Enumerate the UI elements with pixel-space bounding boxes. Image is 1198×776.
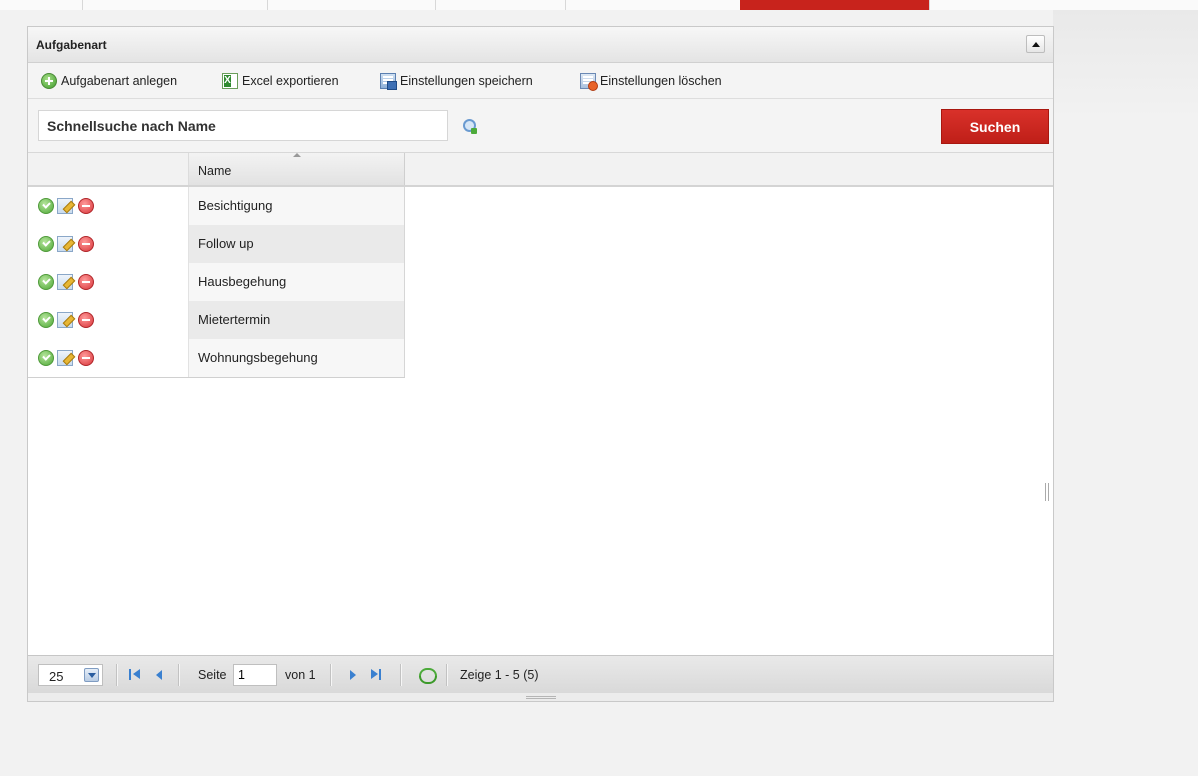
- nav-tab[interactable]: [435, 0, 565, 10]
- collapse-up-icon: [1031, 41, 1040, 47]
- check-icon[interactable]: [38, 274, 54, 290]
- check-icon[interactable]: [38, 350, 54, 366]
- name-value: Mietertermin: [198, 312, 271, 327]
- check-icon[interactable]: [38, 236, 54, 252]
- table-row[interactable]: Hausbegehung: [28, 263, 405, 301]
- row-actions: [28, 339, 189, 377]
- name-value: Besichtigung: [198, 198, 273, 213]
- column-header-actions: [28, 153, 189, 185]
- name-value: Wohnungsbegehung: [198, 350, 318, 365]
- nav-tab-active[interactable]: [740, 0, 929, 10]
- table-row[interactable]: Besichtigung: [28, 187, 405, 225]
- previous-page-icon[interactable]: [153, 667, 167, 683]
- delete-icon[interactable]: [78, 274, 94, 290]
- display-info: Zeige 1 - 5 (5): [460, 668, 539, 682]
- delete-settings-label: Einstellungen löschen: [600, 74, 722, 88]
- table-row[interactable]: Follow up: [28, 225, 405, 263]
- pager-separator: [116, 664, 117, 686]
- delete-icon[interactable]: [78, 236, 94, 252]
- name-cell: Besichtigung: [189, 187, 405, 225]
- grid-body: Besichtigung Follow up Hausbegehung Miet…: [28, 187, 1053, 655]
- row-actions: [28, 263, 189, 301]
- add-task-type-label: Aufgabenart anlegen: [61, 74, 178, 88]
- quick-search-input[interactable]: [38, 110, 448, 141]
- edit-icon[interactable]: [57, 198, 73, 214]
- nav-tab[interactable]: [82, 0, 267, 10]
- name-cell: Follow up: [189, 225, 405, 263]
- check-icon[interactable]: [38, 312, 54, 328]
- first-page-icon[interactable]: [128, 667, 142, 683]
- panel-header: Aufgabenart: [28, 27, 1053, 63]
- quick-search-bar: Suchen: [28, 99, 1053, 153]
- grid-header: Name: [28, 153, 1053, 187]
- column-header-name-label: Name: [198, 164, 232, 178]
- page-size-value: 25: [49, 669, 64, 684]
- column-header-name[interactable]: Name: [189, 153, 405, 185]
- nav-tab[interactable]: [267, 0, 435, 10]
- task-type-panel: Aufgabenart Aufgabenart anlegen Excel ex…: [27, 26, 1054, 702]
- edit-icon[interactable]: [57, 236, 73, 252]
- page-size-select[interactable]: 25: [38, 664, 103, 686]
- row-actions: [28, 301, 189, 339]
- panel-toolbar: Aufgabenart anlegen Excel exportieren Ei…: [28, 63, 1053, 99]
- delete-icon[interactable]: [78, 350, 94, 366]
- pager-separator: [446, 664, 447, 686]
- paging-toolbar: 25 Seite von 1 Zeige 1 - 5 (5): [28, 655, 1053, 693]
- name-value: Hausbegehung: [198, 274, 287, 289]
- nav-tab[interactable]: [565, 0, 740, 10]
- background-shade: [1053, 10, 1198, 120]
- resize-grip-icon: [526, 696, 556, 699]
- name-cell: Mietertermin: [189, 301, 405, 339]
- excel-export-button[interactable]: Excel exportieren: [222, 71, 339, 91]
- last-page-icon[interactable]: [370, 667, 384, 683]
- excel-icon: [222, 73, 238, 89]
- pager-separator: [330, 664, 331, 686]
- edit-icon[interactable]: [57, 274, 73, 290]
- pager-separator: [400, 664, 401, 686]
- edit-icon[interactable]: [57, 350, 73, 366]
- column-resize-handle[interactable]: [1045, 483, 1049, 501]
- top-navigation: [0, 0, 1198, 10]
- refresh-icon[interactable]: [418, 666, 437, 684]
- delete-icon[interactable]: [78, 312, 94, 328]
- chevron-down-icon[interactable]: [84, 668, 99, 682]
- add-task-type-button[interactable]: Aufgabenart anlegen: [41, 71, 177, 91]
- panel-title: Aufgabenart: [36, 38, 107, 52]
- search-button[interactable]: Suchen: [941, 109, 1049, 144]
- panel-resize-bar[interactable]: [28, 693, 1053, 701]
- row-actions: [28, 225, 189, 263]
- save-settings-label: Einstellungen speichern: [400, 74, 533, 88]
- save-settings-button[interactable]: Einstellungen speichern: [380, 71, 533, 91]
- edit-icon[interactable]: [57, 312, 73, 328]
- add-icon: [41, 73, 57, 89]
- table-row[interactable]: Mietertermin: [28, 301, 405, 339]
- delete-icon[interactable]: [78, 198, 94, 214]
- current-page-input[interactable]: [233, 664, 277, 686]
- search-icon[interactable]: [462, 118, 478, 134]
- next-page-icon[interactable]: [346, 667, 360, 683]
- collapse-button[interactable]: [1026, 35, 1045, 53]
- name-value: Follow up: [198, 236, 254, 251]
- page-label: Seite: [198, 668, 227, 682]
- name-cell: Wohnungsbegehung: [189, 339, 405, 377]
- page-count-label: von 1: [285, 668, 316, 682]
- excel-export-label: Excel exportieren: [242, 74, 339, 88]
- table-row[interactable]: Wohnungsbegehung: [28, 339, 405, 377]
- sort-ascending-icon: [293, 153, 301, 157]
- name-cell: Hausbegehung: [189, 263, 405, 301]
- row-actions: [28, 187, 189, 225]
- delete-settings-button[interactable]: Einstellungen löschen: [580, 71, 722, 91]
- nav-tab[interactable]: [929, 0, 1198, 10]
- grid-divider: [28, 377, 405, 378]
- delete-settings-icon: [580, 73, 598, 91]
- pager-separator: [178, 664, 179, 686]
- check-icon[interactable]: [38, 198, 54, 214]
- save-settings-icon: [380, 73, 397, 90]
